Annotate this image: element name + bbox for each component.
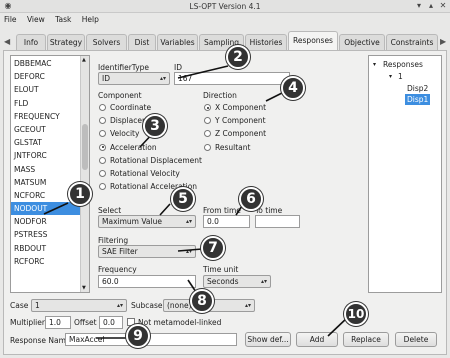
callout-3: 3 (143, 114, 167, 138)
callout-10: 10 (344, 302, 368, 326)
callout-9: 9 (126, 324, 150, 348)
callout-8: 8 (190, 289, 214, 313)
callout-5: 5 (171, 187, 195, 211)
callout-line-1 (43, 202, 69, 215)
callout-line-2 (177, 65, 229, 79)
callout-6: 6 (239, 187, 263, 211)
callout-1: 1 (68, 182, 92, 206)
callout-4: 4 (281, 76, 305, 100)
callout-lines (43, 65, 349, 339)
callout-line-7 (177, 248, 203, 252)
callout-7: 7 (201, 236, 225, 260)
callout-2: 2 (226, 45, 250, 69)
callout-line-5 (159, 203, 171, 216)
